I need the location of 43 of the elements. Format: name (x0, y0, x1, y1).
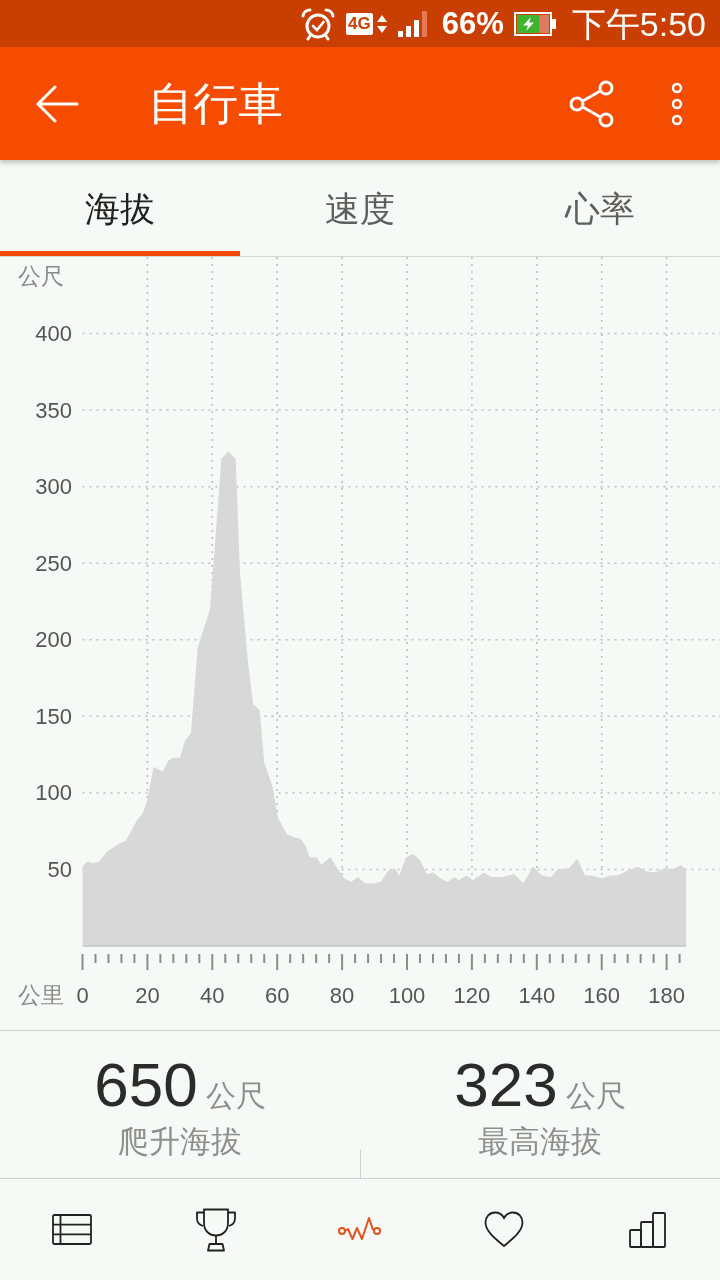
x-tick-label: 180 (648, 982, 685, 1008)
more-options-icon (671, 81, 683, 126)
tab[interactable]: 速度 (240, 160, 480, 256)
x-tick-label: 40 (200, 982, 225, 1008)
stat-value: 323 (454, 1054, 558, 1116)
y-tick-label: 300 (35, 474, 72, 500)
battery-charging-icon (513, 11, 556, 36)
x-tick-label: 120 (453, 982, 491, 1008)
x-tick-label: 160 (583, 982, 621, 1008)
stat-label: 爬升海拔 (118, 1123, 242, 1160)
alarm-clock-icon (300, 6, 337, 41)
screen-title: 自行車 (148, 76, 283, 131)
x-tick-label: 140 (518, 982, 556, 1008)
share-icon (569, 79, 615, 128)
trophy-icon (194, 1207, 238, 1252)
y-tick-label: 100 (35, 780, 72, 806)
x-tick-label: 80 (329, 982, 355, 1008)
y-tick-label: 200 (35, 627, 72, 653)
x-tick-label: 20 (135, 982, 160, 1008)
x-tick-label: 0 (76, 982, 89, 1008)
signal-icon (397, 10, 430, 37)
stat-label: 最高海拔 (478, 1123, 602, 1160)
tab[interactable]: 心率 (480, 160, 720, 256)
y-tick-label: 350 (35, 397, 72, 423)
clock-time: 下午5:50 (571, 6, 706, 41)
network-type: 4G (346, 12, 373, 35)
x-tick-label: 60 (264, 982, 290, 1008)
stat-unit: 公尺 (565, 1081, 626, 1111)
x-axis-unit: 公里 (18, 982, 64, 1008)
y-axis-unit: 公尺 (18, 263, 64, 289)
stat-unit: 公尺 (205, 1081, 266, 1111)
back-arrow-icon (35, 84, 79, 123)
table-icon (52, 1214, 92, 1245)
stat-value: 650 (94, 1054, 198, 1116)
heart-icon (484, 1211, 524, 1248)
battery-percentage: 66% (441, 8, 504, 39)
tab[interactable]: 海拔 (0, 160, 240, 256)
y-tick-label: 400 (35, 321, 72, 347)
x-tick-label: 100 (388, 982, 426, 1008)
y-tick-label: 150 (35, 703, 72, 729)
y-tick-label: 250 (35, 550, 72, 576)
y-tick-label: 50 (47, 856, 72, 882)
bar-chart-icon (629, 1211, 667, 1248)
